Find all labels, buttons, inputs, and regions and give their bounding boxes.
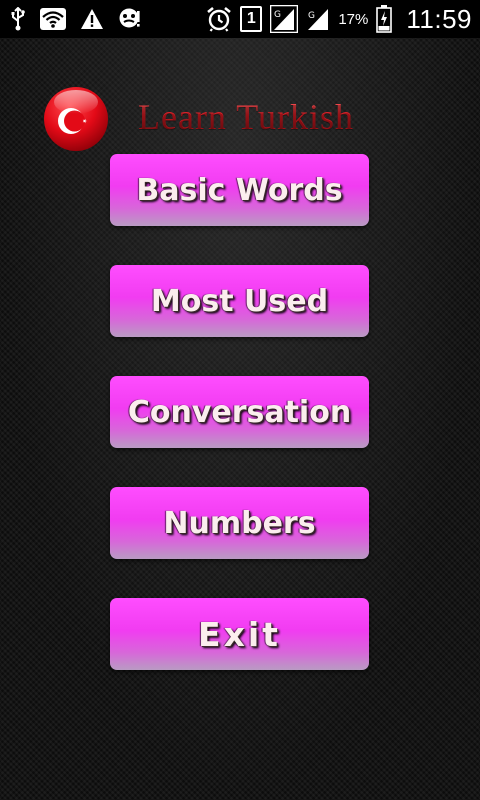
sim-icon: 1 — [240, 6, 263, 32]
alarm-icon — [206, 6, 232, 32]
status-bar-system: 1 G G 17% 11:59 — [206, 0, 472, 38]
battery-icon — [376, 5, 393, 33]
most-used-button[interactable]: Most Used — [110, 265, 369, 337]
numbers-button[interactable]: Numbers — [110, 487, 369, 559]
numbers-label: Numbers — [163, 505, 316, 541]
battery-percent: 17% — [338, 10, 369, 28]
exit-button[interactable]: Exit — [110, 598, 369, 670]
usb-icon — [10, 7, 26, 31]
most-used-label: Most Used — [150, 283, 329, 319]
app-title: Learn Turkish — [138, 97, 355, 137]
signal-icon: G — [270, 5, 299, 33]
clock: 11:59 — [406, 3, 472, 34]
exit-label: Exit — [198, 614, 281, 654]
basic-words-button[interactable]: Basic Words — [110, 154, 369, 226]
signal-icon-2: G — [306, 7, 330, 31]
svg-text:G: G — [274, 10, 281, 20]
warning-icon — [80, 8, 104, 30]
debug-icon — [118, 7, 144, 31]
basic-words-label: Basic Words — [136, 172, 343, 208]
wifi-icon — [40, 8, 66, 30]
conversation-label: Conversation — [127, 394, 352, 430]
turkey-flag-icon — [43, 86, 109, 152]
status-bar: 1 G G 17% 11:59 — [0, 0, 480, 38]
status-bar-notifications — [10, 0, 144, 38]
conversation-button[interactable]: Conversation — [110, 376, 369, 448]
svg-text:G: G — [308, 11, 315, 21]
